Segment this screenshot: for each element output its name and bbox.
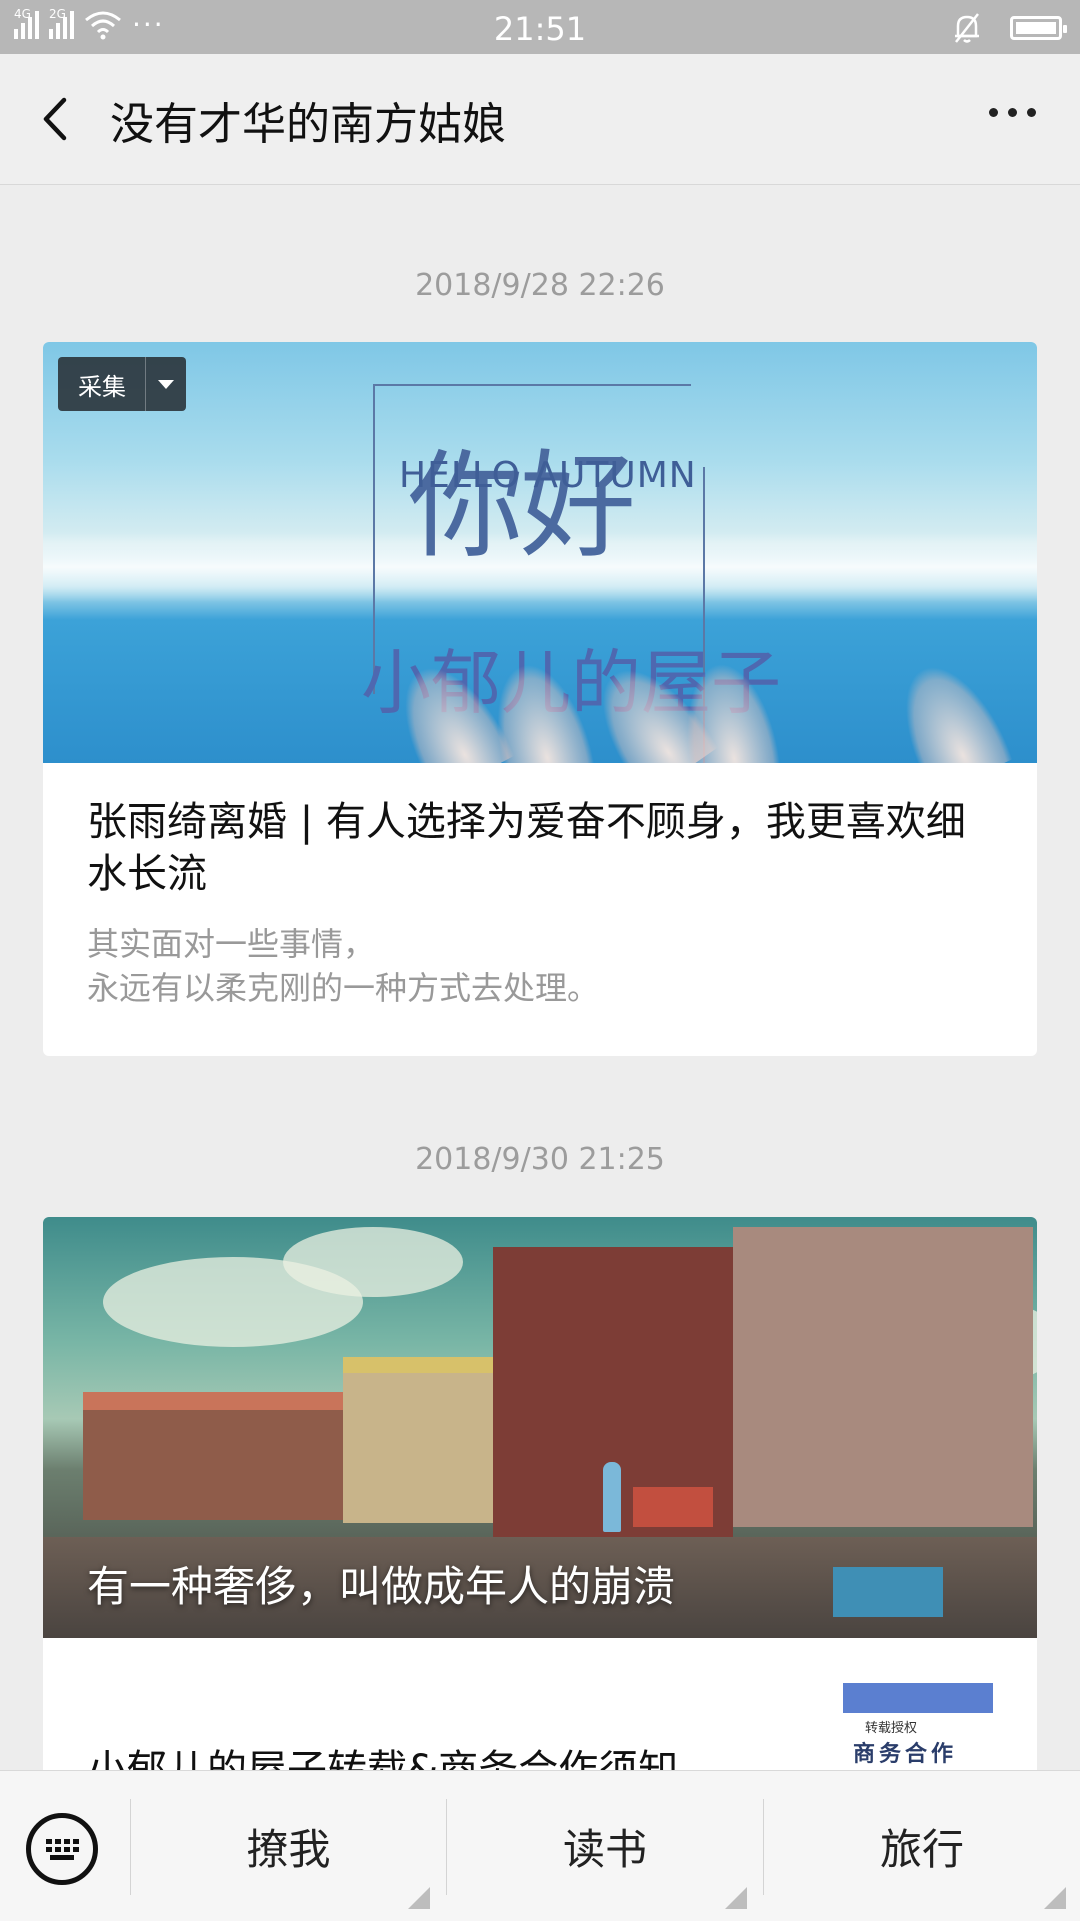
thumbnail-small-text: 转载授权	[865, 1721, 918, 1736]
menu-item-du-shu[interactable]: 读书	[447, 1771, 763, 1921]
menu-item-label: 读书	[562, 1824, 647, 1874]
cover-hello-cn: 你好	[408, 439, 636, 574]
article-desc-line: 永远有以柔克刚的一种方式去处理。	[87, 969, 600, 1007]
menu-item-liao-wo[interactable]: 撩我	[131, 1771, 446, 1921]
menu-item-lv-xing[interactable]: 旅行	[764, 1771, 1080, 1921]
collect-label: 采集	[78, 372, 126, 401]
clock: 21:51	[493, 10, 587, 48]
article-cover-image[interactable]: 有一种奢侈，叫做成年人的崩溃	[43, 1217, 1037, 1638]
page-title: 没有才华的南方姑娘	[110, 99, 506, 150]
menu-item-label: 旅行	[879, 1824, 964, 1874]
bottom-menu-bar: 撩我 读书 旅行	[0, 1770, 1080, 1921]
article-card[interactable]: 你好 HELLO AUTUMN 小郁儿的屋子 采集 张雨绮离婚 | 有人选择为爱…	[43, 342, 1037, 1056]
article-desc-line: 其实面对一些事情，	[87, 925, 376, 963]
article-title[interactable]: 张雨绮离婚 | 有人选择为爱奋不顾身，我更喜欢细水长流	[87, 796, 997, 900]
thumbnail-big-text: 商务合作	[853, 1742, 958, 1767]
battery-icon	[1010, 16, 1067, 40]
message-timestamp: 2018/9/28 22:26	[415, 268, 665, 303]
article-description: 其实面对一些事情， 永远有以柔克刚的一种方式去处理。	[87, 922, 997, 1010]
cover-hello-en: HELLO AUTUMN	[399, 455, 697, 496]
menu-item-label: 撩我	[246, 1824, 331, 1874]
bell-muted-icon	[955, 13, 979, 43]
article-thumbnail[interactable]: 转载授权 商务合作	[843, 1683, 993, 1777]
chevron-down-icon[interactable]	[145, 357, 186, 411]
more-icon[interactable]	[989, 108, 1036, 117]
chevron-left-icon[interactable]	[36, 94, 86, 144]
article-cover-image[interactable]: 你好 HELLO AUTUMN 小郁儿的屋子 采集	[43, 342, 1037, 763]
message-timestamp: 2018/9/30 21:25	[415, 1142, 665, 1177]
keyboard-icon[interactable]	[26, 1813, 98, 1885]
status-bar: 4G 2G ··· 21:51	[0, 0, 1080, 54]
collect-button[interactable]: 采集	[58, 357, 186, 411]
article-cover-title[interactable]: 有一种奢侈，叫做成年人的崩溃	[87, 1553, 675, 1614]
nav-bar: 没有才华的南方姑娘	[0, 54, 1080, 185]
status-right	[952, 12, 1067, 44]
article-card[interactable]: 有一种奢侈，叫做成年人的崩溃 小郁儿的屋子转载&商务合作须知 转载授权 商务合作	[43, 1217, 1037, 1777]
